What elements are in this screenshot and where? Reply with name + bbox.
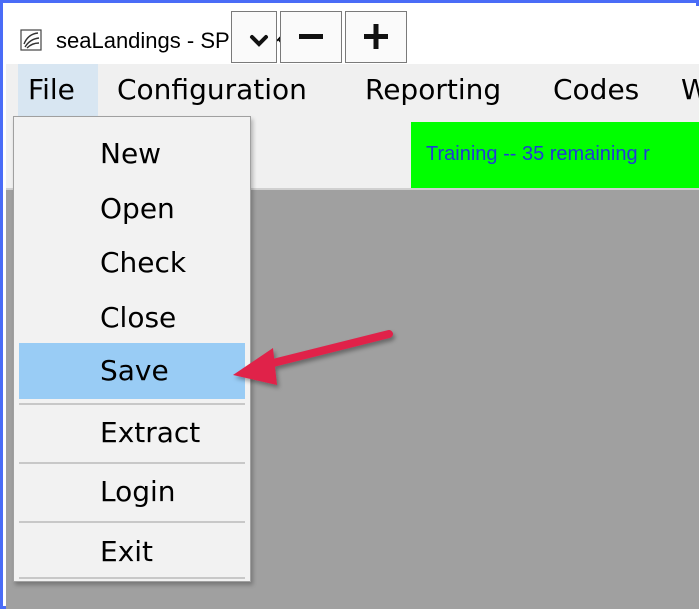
menu-item-new[interactable]: New (19, 127, 245, 181)
dropdown-toggle-button[interactable] (231, 11, 277, 63)
menu-w[interactable]: W (671, 64, 699, 116)
menu-item-save[interactable]: Save (19, 343, 245, 399)
file-menu-dropdown: New Open Check Close Save Extract Login … (13, 116, 251, 582)
menu-reporting[interactable]: Reporting (355, 64, 511, 116)
menu-item-label: Check (100, 246, 187, 279)
chevron-down-icon (250, 35, 268, 47)
menu-item-exit[interactable]: Exit (19, 525, 245, 579)
menu-codes[interactable]: Codes (543, 64, 649, 116)
menu-item-label: Extract (100, 416, 201, 449)
menu-item-label: Exit (100, 535, 154, 568)
training-status-text: Training -- 35 remaining r (426, 143, 650, 165)
menu-file[interactable]: File (18, 64, 98, 116)
menu-item-label: Open (100, 192, 175, 225)
menu-separator (19, 462, 245, 464)
plus-icon (364, 24, 388, 49)
menu-item-label: Save (100, 354, 169, 387)
zoom-in-button[interactable] (345, 11, 407, 63)
minus-icon (299, 34, 323, 39)
menu-bar: File Configuration Reporting Codes W (6, 64, 699, 116)
menu-item-login[interactable]: Login (19, 465, 245, 519)
menu-configuration[interactable]: Configuration (107, 64, 317, 116)
menu-item-open[interactable]: Open (19, 182, 245, 236)
menu-item-check[interactable]: Check (19, 236, 245, 290)
menu-separator (19, 403, 245, 405)
menu-item-label: Close (100, 301, 177, 334)
menu-separator (19, 521, 245, 523)
app-window: seaLandings - SPLANKTON File Configurati… (0, 0, 699, 609)
menu-separator (19, 577, 245, 579)
app-logo-icon (20, 29, 42, 51)
menu-item-label: New (100, 137, 162, 170)
menu-item-extract[interactable]: Extract (19, 406, 245, 460)
menu-item-label: Login (100, 475, 176, 508)
zoom-out-button[interactable] (280, 11, 342, 63)
menu-item-close[interactable]: Close (19, 291, 245, 345)
